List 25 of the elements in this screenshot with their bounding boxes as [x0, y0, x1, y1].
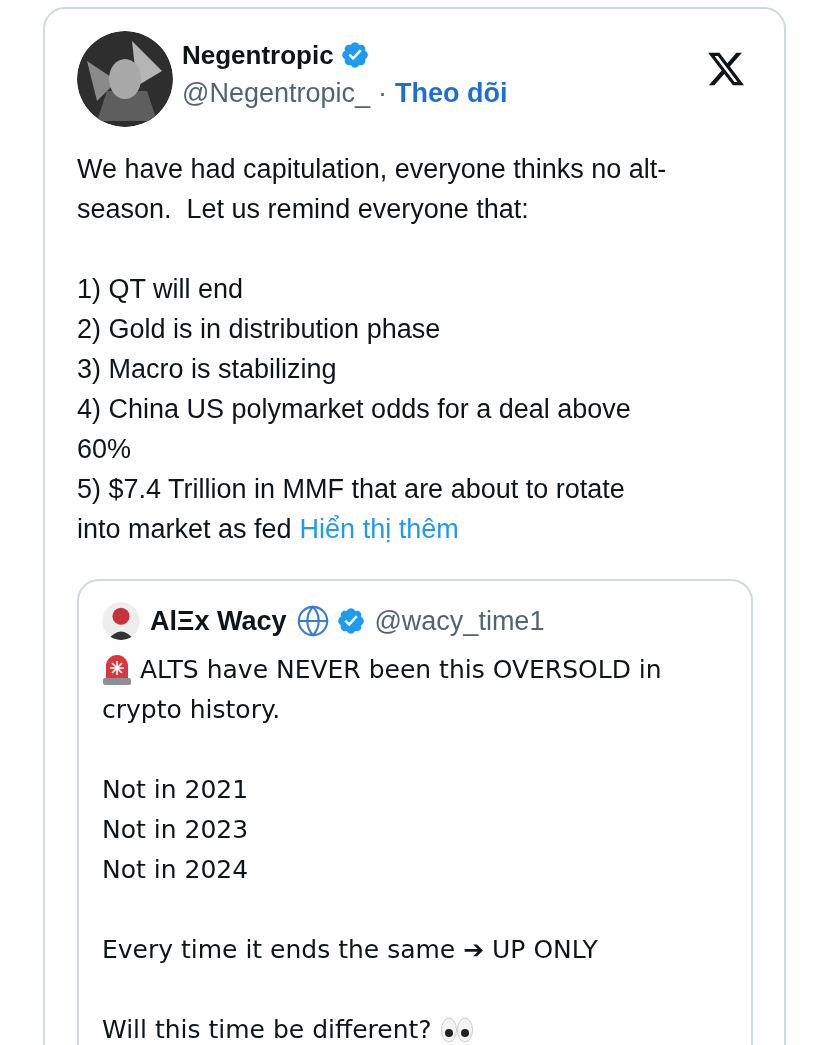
- quoted-text-line: Not in 2024: [102, 853, 249, 886]
- quoted-text-line: Every time it ends the same ➔ UP ONLY: [102, 933, 598, 966]
- avatar: [102, 602, 140, 641]
- quoted-text-line: ALTS have NEVER been this OVERSOLD in: [140, 653, 662, 686]
- quoted-author-name[interactable]: AlΞx Wacy: [150, 601, 287, 642]
- globe-icon: [296, 604, 331, 639]
- quoted-author-handle: @wacy_time1: [374, 605, 545, 638]
- tweet-text-line: 1) QT will end: [77, 273, 245, 306]
- tweet-text-line: 4) China US polymarket odds for a deal above: [77, 393, 632, 426]
- follow-link[interactable]: Theo dõi: [395, 73, 508, 113]
- quoted-text-line: Not in 2023: [102, 813, 249, 846]
- quoted-text-line: Not in 2021: [102, 773, 249, 806]
- quoted-text-line: crypto history.: [102, 693, 281, 726]
- tweet-text-line: We have had capitulation, everyone thinks no alt-: [77, 153, 668, 186]
- tweet-text-line: 3) Macro is stabilizing: [77, 353, 338, 386]
- tweet-text-line: into market as fed: [77, 513, 292, 546]
- tweet-text-line: 60%: [77, 433, 133, 466]
- separator-dot: ·: [378, 77, 387, 110]
- quoted-tweet-card[interactable]: AlΞx Wacy @wacy_time1 ALTS have NEVER been this OVERSOLD in crypto history. Not in 2021 Not in 2023 Not in 2024 Every time it ends the same ➔ UP ONLY Will this time be different?: [77, 579, 753, 1045]
- tweet-text-line: 5) $7.4 Trillion in MMF that are about to rotate: [77, 473, 626, 506]
- author-name[interactable]: Negentropic: [182, 37, 334, 73]
- tweet-text-line: season. Let us remind everyone that:: [77, 193, 530, 226]
- author-handle: @Negentropic_: [182, 77, 370, 110]
- tweet-text-line: 2) Gold is in distribution phase: [77, 313, 442, 346]
- quoted-text-line: Will this time be different?: [102, 1013, 432, 1045]
